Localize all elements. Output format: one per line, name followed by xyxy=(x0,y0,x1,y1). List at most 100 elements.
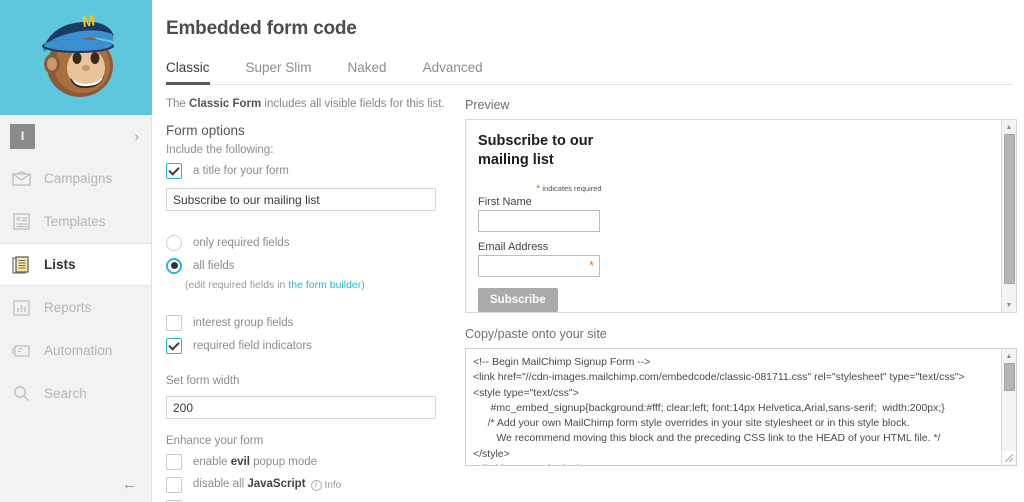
preview-input-first-name[interactable] xyxy=(478,210,600,233)
email-required-asterisk: * xyxy=(588,258,594,274)
app-root: M I › Campaigns Templates Lists Reports … xyxy=(0,0,1024,502)
embed-code-text[interactable]: <!-- Begin MailChimp Signup Form --> <li… xyxy=(466,349,1002,465)
form-builder-hint: (edit required fields in the form builde… xyxy=(185,279,448,291)
code-line: </style> xyxy=(473,447,510,460)
radio-all-fields[interactable] xyxy=(166,257,182,274)
tab-naked[interactable]: Naked xyxy=(348,56,387,85)
checkbox-interest-group-fields[interactable] xyxy=(166,314,182,331)
preview-scroll-track[interactable] xyxy=(1002,134,1017,298)
include-following-label: Include the following: xyxy=(166,144,274,156)
preview-field-label-first-name: First Name xyxy=(478,196,532,209)
form-options-column: The Classic Form includes all visible fi… xyxy=(166,98,448,502)
set-form-width-label: Set form width xyxy=(166,375,240,387)
code-line: #mc_embed_signup{background:#fff; clear:… xyxy=(473,401,945,414)
info-label: Info xyxy=(324,479,342,491)
checkbox-title-label: a title for your form xyxy=(193,164,289,177)
search-icon xyxy=(9,383,33,405)
sidebar-item-label: Reports xyxy=(44,300,92,315)
required-note-text: indicates required xyxy=(542,184,602,194)
main-content: Embedded form code Classic Super Slim Na… xyxy=(152,0,1024,502)
evil-post: popup mode xyxy=(249,455,318,468)
radio-only-required-fields[interactable] xyxy=(166,234,182,251)
checkbox-evil-popup-mode[interactable] xyxy=(166,453,182,470)
lists-icon xyxy=(9,254,33,276)
radio-only-required-label: only required fields xyxy=(193,236,290,249)
preview-subscribe-button[interactable]: Subscribe xyxy=(478,288,558,312)
tab-advanced[interactable]: Advanced xyxy=(423,56,483,85)
form-width-input[interactable] xyxy=(166,396,436,419)
form-description: The Classic Form includes all visible fi… xyxy=(166,98,448,110)
sidebar-item-label: Campaigns xyxy=(44,171,113,186)
form-builder-link[interactable]: the form builder xyxy=(288,279,361,291)
code-line: /* Add your own MailChimp form style ove… xyxy=(473,417,910,430)
envelope-icon xyxy=(9,168,33,190)
preview-input-email[interactable]: * xyxy=(478,255,600,278)
code-line: <div id="mc_embed_signup"> xyxy=(473,463,612,465)
tab-super-slim[interactable]: Super Slim xyxy=(246,56,312,85)
scroll-down-icon[interactable]: ▼ xyxy=(1002,298,1017,312)
sidebar-item-label: Lists xyxy=(44,257,76,272)
code-scroll-thumb[interactable] xyxy=(1003,363,1015,391)
sidebar-item-search[interactable]: Search xyxy=(0,372,151,415)
checkbox-disable-all-javascript[interactable] xyxy=(166,476,182,493)
form-title-input[interactable] xyxy=(166,188,436,211)
preview-form-title: Subscribe to our mailing list xyxy=(478,133,594,168)
interest-group-row[interactable]: interest group fields xyxy=(166,313,448,332)
radio-all-fields-row[interactable]: all fields xyxy=(166,256,448,275)
code-line: <link href="//cdn-images.mailchimp.com/e… xyxy=(473,371,965,384)
avatar: I xyxy=(10,123,35,149)
arrow-left-icon[interactable]: ← xyxy=(122,477,137,492)
js-pre: disable all xyxy=(193,478,248,491)
include-archive-link-row[interactable]: include archive link xyxy=(166,498,448,502)
content-columns: The Classic Form includes all visible fi… xyxy=(152,98,1024,502)
radio-all-fields-label: all fields xyxy=(193,259,235,272)
radio-only-required-row[interactable]: only required fields xyxy=(166,233,448,252)
sidebar-item-reports[interactable]: Reports xyxy=(0,286,151,329)
title-checkbox-row[interactable]: a title for your form xyxy=(166,161,448,180)
sidebar: M I › Campaigns Templates Lists Reports … xyxy=(0,0,152,502)
code-heading: Copy/paste onto your site xyxy=(465,327,607,341)
blurb-suffix: includes all visible fields for this lis… xyxy=(261,98,445,110)
evil-bold: evil xyxy=(230,455,250,468)
page-title: Embedded form code xyxy=(166,18,357,39)
code-scroll-track[interactable] xyxy=(1002,363,1017,451)
checkbox-title-for-form[interactable] xyxy=(166,162,182,179)
mailchimp-logo-panel[interactable]: M xyxy=(0,0,152,115)
scroll-up-icon[interactable]: ▲ xyxy=(1002,349,1017,363)
required-indicators-row[interactable]: required field indicators xyxy=(166,336,448,355)
sidebar-item-lists[interactable]: Lists xyxy=(0,243,151,286)
sidebar-item-automation[interactable]: Automation xyxy=(0,329,151,372)
evil-pre: enable xyxy=(193,455,231,468)
automation-icon xyxy=(9,340,33,362)
info-pill[interactable]: i Info xyxy=(310,479,342,491)
sidebar-item-templates[interactable]: Templates xyxy=(0,200,151,243)
code-line: <!-- Begin MailChimp Signup Form --> xyxy=(473,356,651,368)
code-line: We recommend moving this block and the p… xyxy=(473,432,941,445)
hint-prefix: (edit required fields in xyxy=(185,279,289,291)
sidebar-item-label: Automation xyxy=(44,343,113,358)
preview-scroll-thumb[interactable] xyxy=(1003,134,1015,284)
blurb-bold: Classic Form xyxy=(189,98,262,110)
mailchimp-freddie-logo: M xyxy=(42,12,114,97)
template-icon xyxy=(9,211,33,233)
preview-required-note: * indicates required xyxy=(536,183,986,195)
disable-javascript-row[interactable]: disable all JavaScript i Info xyxy=(166,475,448,494)
checkbox-required-field-indicators[interactable] xyxy=(166,337,182,354)
evil-popup-row[interactable]: enable evil popup mode xyxy=(166,452,448,471)
resize-grip-icon[interactable] xyxy=(1002,451,1015,464)
preview-panel: Subscribe to our mailing list * indicate… xyxy=(465,119,1017,313)
code-scrollbar[interactable]: ▲ ▼ xyxy=(1001,349,1016,465)
tab-classic[interactable]: Classic xyxy=(166,56,210,85)
preview-scrollbar[interactable]: ▲ ▼ xyxy=(1001,120,1016,312)
code-line: <style type="text/css"> xyxy=(473,386,579,399)
sidebar-item-campaigns[interactable]: Campaigns xyxy=(0,157,151,200)
scroll-up-icon[interactable]: ▲ xyxy=(1002,120,1017,134)
checkbox-evil-popup-label: enable evil popup mode xyxy=(193,456,317,468)
form-options-title: Form options xyxy=(166,123,245,138)
required-asterisk: * xyxy=(536,183,541,196)
hint-suffix: ) xyxy=(361,279,365,291)
chevron-right-icon[interactable]: › xyxy=(135,130,139,143)
sidebar-account-row[interactable]: I › xyxy=(0,115,151,157)
bar-chart-icon xyxy=(9,297,33,319)
embed-code-panel[interactable]: <!-- Begin MailChimp Signup Form --> <li… xyxy=(465,348,1017,466)
